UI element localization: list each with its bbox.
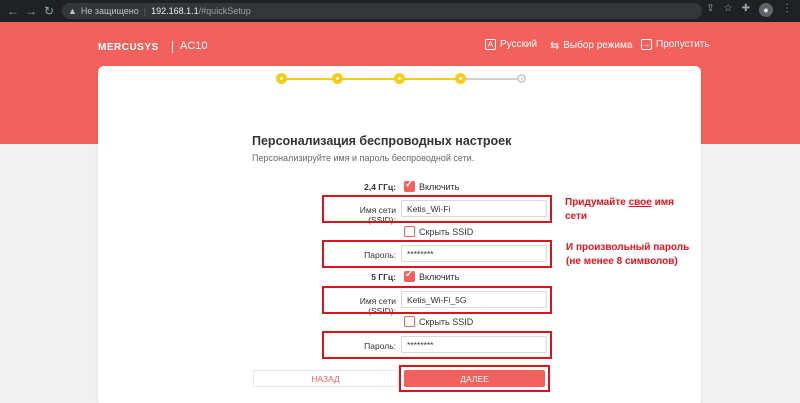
- step-5-dot: [517, 74, 526, 83]
- bookmark-star-icon[interactable]: ☆: [724, 3, 733, 17]
- model-name: AC10: [180, 40, 208, 52]
- password5-highlight-box: [322, 331, 552, 359]
- next-highlight-box: [399, 365, 550, 392]
- mode-select-link[interactable]: ⇆ Выбор режима: [550, 39, 632, 52]
- language-link[interactable]: A Русский: [485, 39, 537, 50]
- stepper-progress-line: [281, 78, 465, 80]
- password-highlight-box: [322, 240, 552, 268]
- skip-label: Пропустить: [656, 39, 710, 50]
- browser-actions: ⇪ ☆ ✚ ● ⋮: [706, 3, 792, 17]
- band24-hide-ssid-checkbox[interactable]: [404, 226, 415, 237]
- page-title: Персонализация беспроводных настроек: [252, 134, 512, 148]
- brand-logo: MERCUSYS: [98, 42, 159, 53]
- step-4-dot: [455, 73, 466, 84]
- security-status: Не защищено: [80, 6, 139, 16]
- ssid-annotation: Придумайте свое имя сети: [565, 197, 674, 222]
- step-2-dot: [332, 73, 343, 84]
- step-1-dot: [276, 73, 287, 84]
- band5-hide-ssid-checkbox[interactable]: [404, 316, 415, 327]
- share-icon[interactable]: ⇪: [706, 3, 714, 17]
- address-separator: |: [143, 6, 147, 16]
- mode-label: Выбор режима: [563, 40, 633, 51]
- forward-arrow-icon[interactable]: →: [22, 2, 40, 20]
- url-path: /#quickSetup: [198, 6, 251, 16]
- extensions-icon[interactable]: ✚: [742, 3, 750, 17]
- ssid-highlight-box: [322, 195, 552, 223]
- band5-hide-ssid-label: Скрыть SSID: [419, 317, 474, 327]
- band24-enable-label: Включить: [419, 182, 460, 192]
- back-button[interactable]: НАЗАД: [253, 370, 398, 387]
- browser-toolbar: ← → ↻ ▲ Не защищено | 192.168.1.1 /#quic…: [0, 0, 800, 22]
- step-3-dot: [394, 73, 405, 84]
- password-annotation: И произвольный пароль (не менее 8 символ…: [566, 242, 690, 267]
- warning-icon[interactable]: ▲: [68, 6, 77, 16]
- ssid5-highlight-box: [322, 286, 552, 314]
- skip-link[interactable]: → Пропустить: [641, 39, 710, 50]
- band5-enable-checkbox[interactable]: [404, 269, 415, 282]
- band24-label: 2,4 ГГц:: [364, 182, 396, 192]
- address-bar[interactable]: ▲ Не защищено | 192.168.1.1 /#quickSetup: [62, 3, 702, 19]
- band24-hide-ssid-label: Скрыть SSID: [419, 227, 474, 237]
- back-arrow-icon[interactable]: ←: [4, 2, 22, 20]
- profile-avatar-icon[interactable]: ●: [759, 3, 773, 17]
- progress-stepper: [276, 73, 526, 85]
- stepper-remaining-line: [465, 78, 521, 80]
- logo-divider: [172, 41, 173, 53]
- language-label: Русский: [500, 39, 538, 50]
- menu-kebab-icon[interactable]: ⋮: [782, 3, 792, 17]
- band5-label: 5 ГГц:: [371, 272, 396, 282]
- exit-icon: →: [641, 39, 652, 50]
- language-icon: A: [485, 39, 496, 50]
- reload-icon[interactable]: ↻: [40, 2, 58, 20]
- page-subtitle: Персонализируйте имя и пароль беспроводн…: [252, 153, 475, 163]
- url-host: 192.168.1.1: [151, 6, 199, 16]
- band5-enable-label: Включить: [419, 272, 460, 282]
- switch-arrows-icon: ⇆: [550, 40, 560, 52]
- band24-enable-checkbox[interactable]: [404, 179, 415, 192]
